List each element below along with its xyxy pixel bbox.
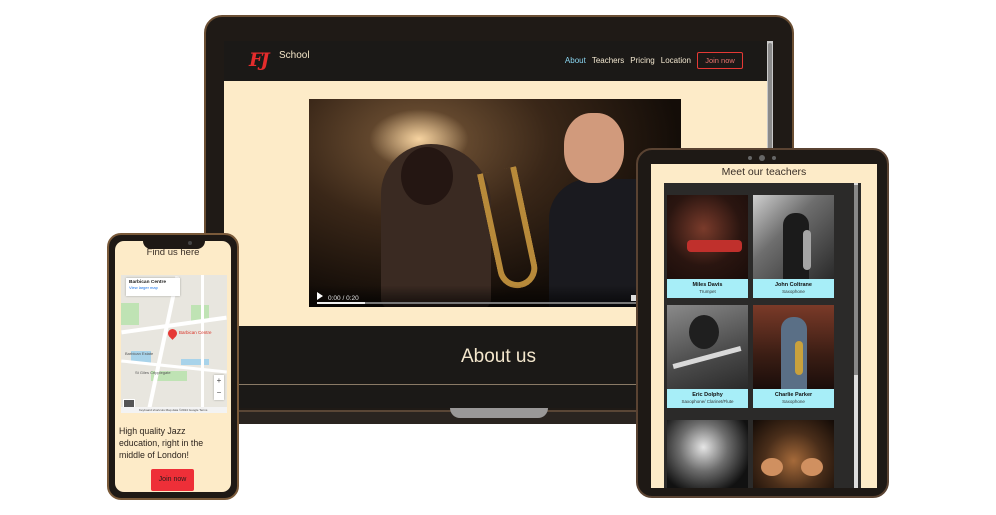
teacher-photo	[667, 195, 748, 279]
teacher-card[interactable]	[667, 420, 748, 488]
teacher-card[interactable]: John Coltrane Saxophone	[753, 195, 834, 298]
teacher-card[interactable]	[753, 420, 834, 488]
teacher-photo	[753, 420, 834, 488]
nav-link-pricing[interactable]: Pricing	[630, 56, 654, 65]
play-icon[interactable]	[317, 292, 323, 300]
teacher-name: Eric Dolphy	[692, 392, 723, 398]
map-footer: Keyboard shortcuts Map data ©2024 Google…	[121, 407, 227, 413]
map-zoom-control[interactable]: + −	[214, 375, 224, 400]
teacher-card[interactable]: Eric Dolphy Saxophone/ Clarinet/Flute	[667, 305, 748, 408]
teacher-instrument: Saxophone/ Clarinet/Flute	[681, 399, 734, 404]
join-now-button-mobile[interactable]: Join now	[151, 469, 194, 491]
tablet-camera	[742, 154, 782, 162]
teacher-caption: Charlie Parker Saxophone	[753, 389, 834, 408]
nav-link-location[interactable]: Location	[661, 56, 691, 65]
phone-notch	[143, 237, 205, 249]
map-label: St Giles Cripplegate	[135, 370, 171, 375]
teachers-heading: Meet our teachers	[721, 166, 807, 178]
teacher-card[interactable]: Charlie Parker Saxophone	[753, 305, 834, 408]
phone-screen: Find us here Barbican Centre View larger…	[115, 241, 231, 492]
phone-frame: Find us here Barbican Centre View larger…	[107, 233, 239, 500]
zoom-in-icon[interactable]: +	[214, 375, 224, 387]
teacher-photo	[753, 305, 834, 389]
nav-link-about[interactable]: About	[565, 56, 586, 65]
video-player[interactable]: 0:00 / 0:20	[309, 99, 681, 307]
video-time: 0:00 / 0:20	[328, 295, 359, 302]
teacher-name: Charlie Parker	[774, 392, 813, 398]
saxophonist-head	[564, 113, 624, 183]
teacher-photo	[667, 305, 748, 389]
teacher-caption: Miles Davis Trumpet	[667, 279, 748, 298]
nav-links: About Teachers Pricing Location	[565, 56, 691, 65]
embedded-map[interactable]: Barbican Centre View larger map Barbican…	[121, 275, 227, 413]
video-progress-bar[interactable]	[317, 302, 637, 304]
tablet-screen: Meet our teachers Miles Davis Trumpet Jo…	[651, 164, 877, 488]
map-larger-link[interactable]: View larger map	[129, 285, 177, 290]
video-progress-fill	[317, 302, 365, 304]
teacher-photo	[753, 195, 834, 279]
teacher-name: Miles Davis	[692, 282, 723, 288]
laptop-trackpad-notch	[450, 408, 548, 418]
teacher-caption: John Coltrane Saxophone	[753, 279, 834, 298]
singer-head	[401, 147, 453, 205]
map-place-card: Barbican Centre View larger map	[126, 278, 180, 296]
tablet-frame: Meet our teachers Miles Davis Trumpet Jo…	[636, 148, 889, 498]
device-mockup-stage: FJ School About Teachers Pricing Locatio…	[0, 0, 996, 515]
nav-link-teachers[interactable]: Teachers	[592, 56, 624, 65]
zoom-out-icon[interactable]: −	[214, 387, 224, 399]
video-controls: 0:00 / 0:20	[309, 285, 681, 307]
tablet-scrollbar-thumb[interactable]	[854, 185, 858, 375]
teacher-photo	[667, 420, 748, 488]
teacher-instrument: Saxophone	[782, 399, 805, 404]
map-label: Barbican Estate	[125, 351, 154, 356]
teacher-name: John Coltrane	[775, 282, 812, 288]
tagline: High quality Jazz education, right in th…	[119, 426, 204, 460]
teacher-instrument: Saxophone	[782, 289, 805, 294]
teacher-caption: Eric Dolphy Saxophone/ Clarinet/Flute	[667, 389, 748, 408]
teacher-card[interactable]: Miles Davis Trumpet	[667, 195, 748, 298]
logo-text[interactable]: School	[279, 50, 310, 61]
logo-mark[interactable]: FJ	[249, 49, 270, 71]
teacher-instrument: Trumpet	[699, 289, 716, 294]
teachers-grid: Miles Davis Trumpet John Coltrane Saxoph…	[664, 183, 861, 488]
site-navbar: FJ School About Teachers Pricing Locatio…	[224, 41, 773, 81]
map-pin-label: Barbican Centre	[179, 330, 212, 335]
join-now-button[interactable]: Join now	[697, 52, 743, 69]
